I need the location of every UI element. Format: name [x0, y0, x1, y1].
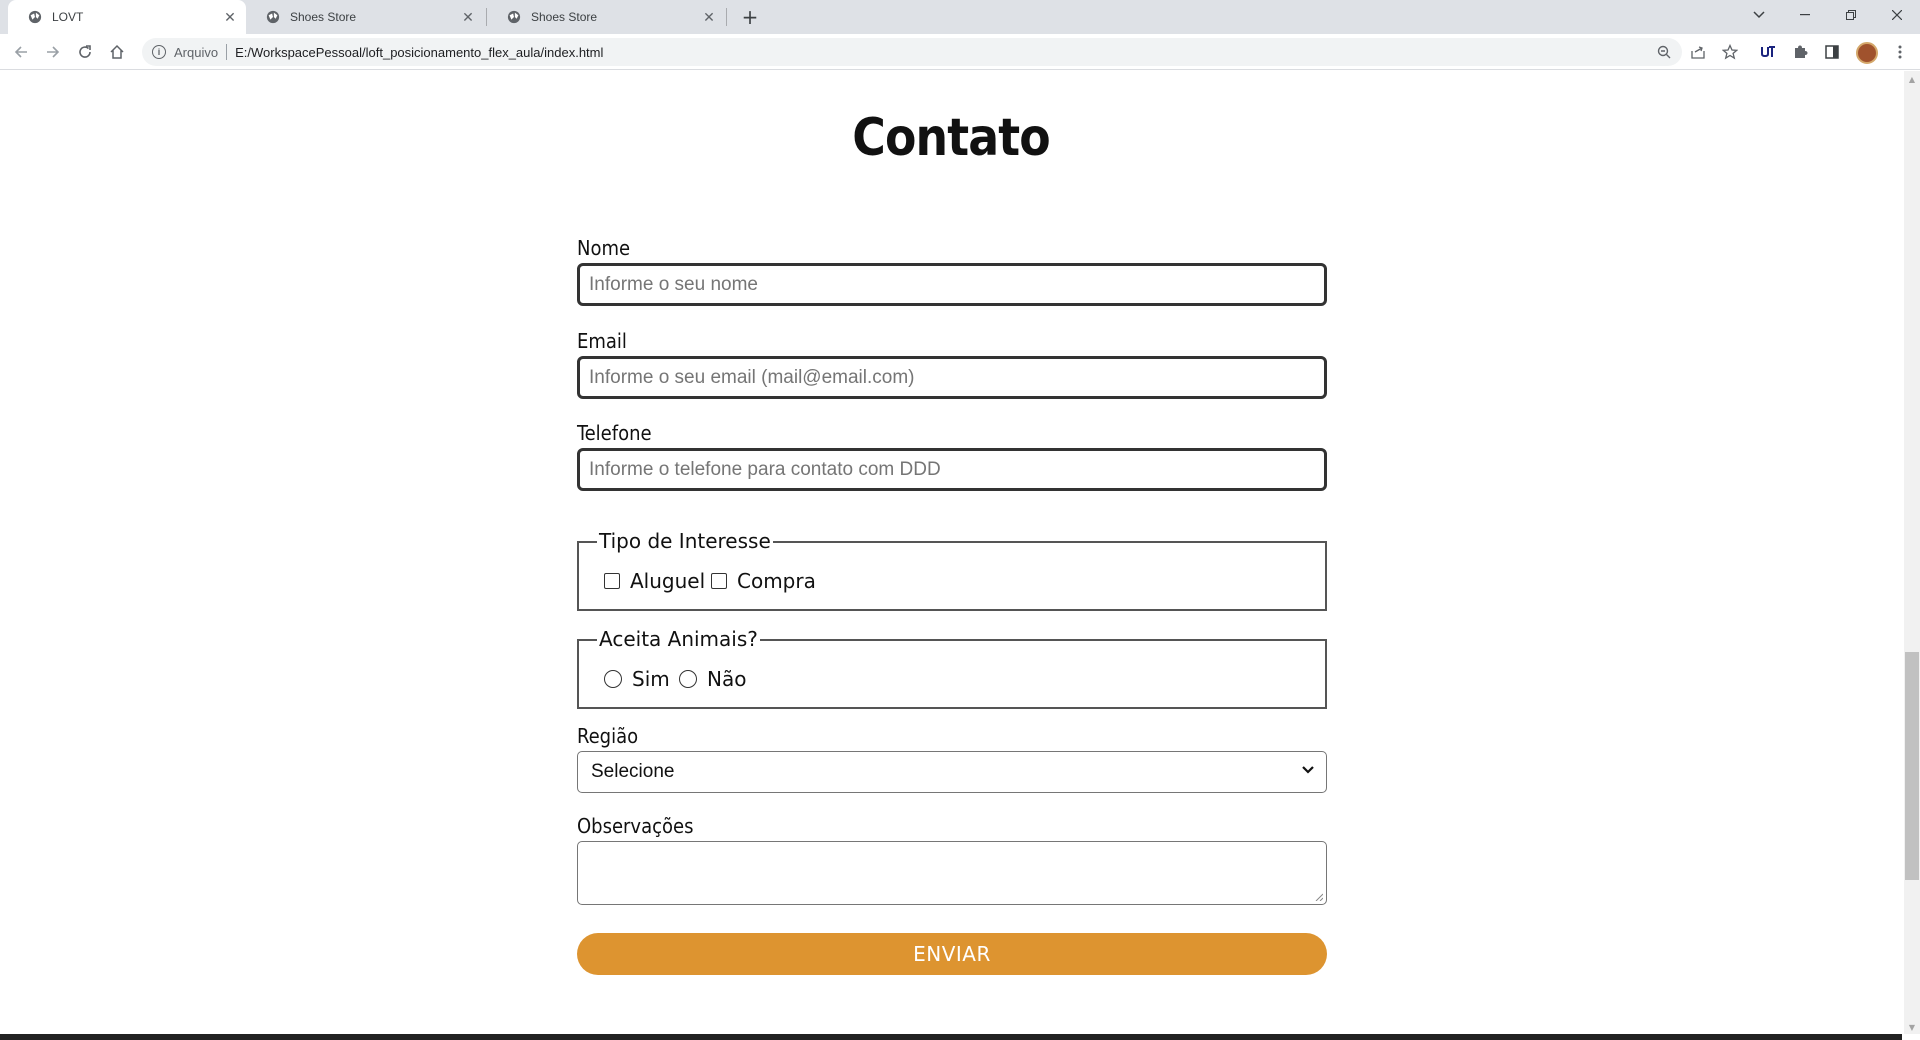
- zoom-icon: [1657, 45, 1671, 59]
- sim-radio[interactable]: [604, 670, 622, 688]
- restore-button[interactable]: [1828, 0, 1874, 30]
- globe-icon: [28, 10, 42, 24]
- globe-icon: [507, 10, 521, 24]
- option-sim[interactable]: Sim: [604, 667, 670, 691]
- restore-icon: [1846, 10, 1856, 20]
- globe-icon: [266, 10, 280, 24]
- email-placeholder: Informe o seu email (mail@email.com): [589, 366, 915, 388]
- zoom-button[interactable]: [1654, 42, 1674, 62]
- tab-title: Shoes Store: [290, 10, 357, 24]
- scroll-down-arrow[interactable]: ▼: [1905, 1020, 1919, 1034]
- home-button[interactable]: [105, 40, 129, 64]
- close-icon[interactable]: ✕: [701, 9, 717, 25]
- close-icon[interactable]: ✕: [460, 9, 476, 25]
- animais-fieldset: Aceita Animais? Sim Não: [577, 627, 1327, 709]
- vertical-scrollbar[interactable]: [1904, 71, 1920, 1034]
- close-icon[interactable]: ✕: [222, 9, 238, 25]
- regiao-selected: Selecione: [591, 761, 675, 782]
- option-compra[interactable]: Compra: [711, 569, 816, 593]
- forward-button[interactable]: [41, 40, 65, 64]
- nome-label: Nome: [577, 236, 631, 260]
- extensions-button[interactable]: [1790, 42, 1810, 62]
- close-icon: [1892, 10, 1902, 20]
- email-input[interactable]: Informe o seu email (mail@email.com): [577, 356, 1327, 399]
- new-tab-button[interactable]: +: [738, 5, 762, 29]
- resize-handle-icon[interactable]: [1315, 893, 1323, 901]
- scroll-up-arrow[interactable]: ▲: [1905, 72, 1919, 86]
- url-text: E:/WorkspacePessoal/loft_posicionamento_…: [235, 44, 604, 60]
- extension-button[interactable]: [1758, 42, 1778, 62]
- divider: [226, 44, 228, 60]
- tab-search-button[interactable]: [1736, 0, 1782, 30]
- profile-avatar[interactable]: [1856, 42, 1878, 64]
- arrow-left-icon: [14, 46, 27, 58]
- address-bar[interactable]: i Arquivo E:/WorkspacePessoal/loft_posic…: [142, 38, 1682, 66]
- reload-icon: [79, 45, 91, 58]
- regiao-label: Região: [577, 724, 639, 748]
- page-title: Contato: [852, 108, 1050, 168]
- interesse-legend: Tipo de Interesse: [597, 529, 773, 553]
- tab-lovt[interactable]: LOVT ✕: [8, 0, 246, 34]
- enviar-button[interactable]: ENVIAR: [577, 933, 1327, 975]
- animais-legend: Aceita Animais?: [597, 627, 760, 651]
- telefone-placeholder: Informe o telefone para contato com DDD: [589, 458, 941, 480]
- sim-label: Sim: [632, 667, 670, 691]
- back-button[interactable]: [9, 40, 33, 64]
- aluguel-checkbox[interactable]: [604, 573, 620, 589]
- info-icon[interactable]: i: [152, 45, 166, 59]
- compra-label: Compra: [737, 569, 816, 593]
- tab-title: Shoes Store: [531, 10, 598, 24]
- share-button[interactable]: [1688, 42, 1708, 62]
- scrollbar-thumb[interactable]: [1905, 652, 1919, 880]
- interesse-fieldset: Tipo de Interesse Aluguel Compra: [577, 529, 1327, 611]
- tab-divider: [726, 8, 727, 26]
- browser-toolbar: i Arquivo E:/WorkspacePessoal/loft_posic…: [0, 34, 1920, 70]
- kebab-menu-icon: [1898, 45, 1902, 59]
- telefone-input[interactable]: Informe o telefone para contato com DDD: [577, 448, 1327, 491]
- tab-shoes-store-2[interactable]: Shoes Store ✕: [487, 0, 725, 34]
- arrow-right-icon: [47, 46, 60, 58]
- compra-checkbox[interactable]: [711, 573, 727, 589]
- tab-title: LOVT: [52, 10, 84, 24]
- option-nao[interactable]: Não: [679, 667, 746, 691]
- observacoes-label: Observações: [577, 814, 694, 838]
- scheme-label: Arquivo: [174, 44, 219, 60]
- extension-ut-icon: [1761, 46, 1775, 58]
- nao-label: Não: [707, 667, 747, 691]
- nome-placeholder: Informe o seu nome: [589, 273, 758, 295]
- close-window-button[interactable]: [1874, 0, 1920, 30]
- telefone-label: Telefone: [577, 421, 652, 445]
- chevron-down-icon: [1302, 766, 1314, 774]
- nome-input[interactable]: Informe o seu nome: [577, 263, 1327, 306]
- reload-button[interactable]: [73, 40, 97, 64]
- home-icon: [110, 44, 124, 59]
- regiao-select[interactable]: Selecione: [577, 751, 1327, 793]
- menu-button[interactable]: [1890, 42, 1910, 62]
- observacoes-textarea[interactable]: [577, 841, 1327, 905]
- minimize-icon: [1800, 14, 1810, 16]
- puzzle-icon: [1795, 45, 1808, 58]
- tab-strip: LOVT ✕ Shoes Store ✕ Shoes Store ✕ +: [0, 0, 1920, 34]
- star-icon: [1722, 44, 1738, 60]
- share-icon: [1691, 46, 1705, 59]
- footer-edge: [0, 1034, 1902, 1040]
- nao-radio[interactable]: [679, 670, 697, 688]
- option-aluguel[interactable]: Aluguel: [604, 569, 705, 593]
- chevron-down-icon: [1753, 11, 1765, 19]
- tab-shoes-store-1[interactable]: Shoes Store ✕: [246, 0, 484, 34]
- side-panel-button[interactable]: [1822, 42, 1842, 62]
- aluguel-label: Aluguel: [630, 569, 706, 593]
- minimize-button[interactable]: [1782, 0, 1828, 30]
- side-panel-icon: [1825, 45, 1839, 59]
- bookmark-button[interactable]: [1720, 42, 1740, 62]
- email-label: Email: [577, 329, 627, 353]
